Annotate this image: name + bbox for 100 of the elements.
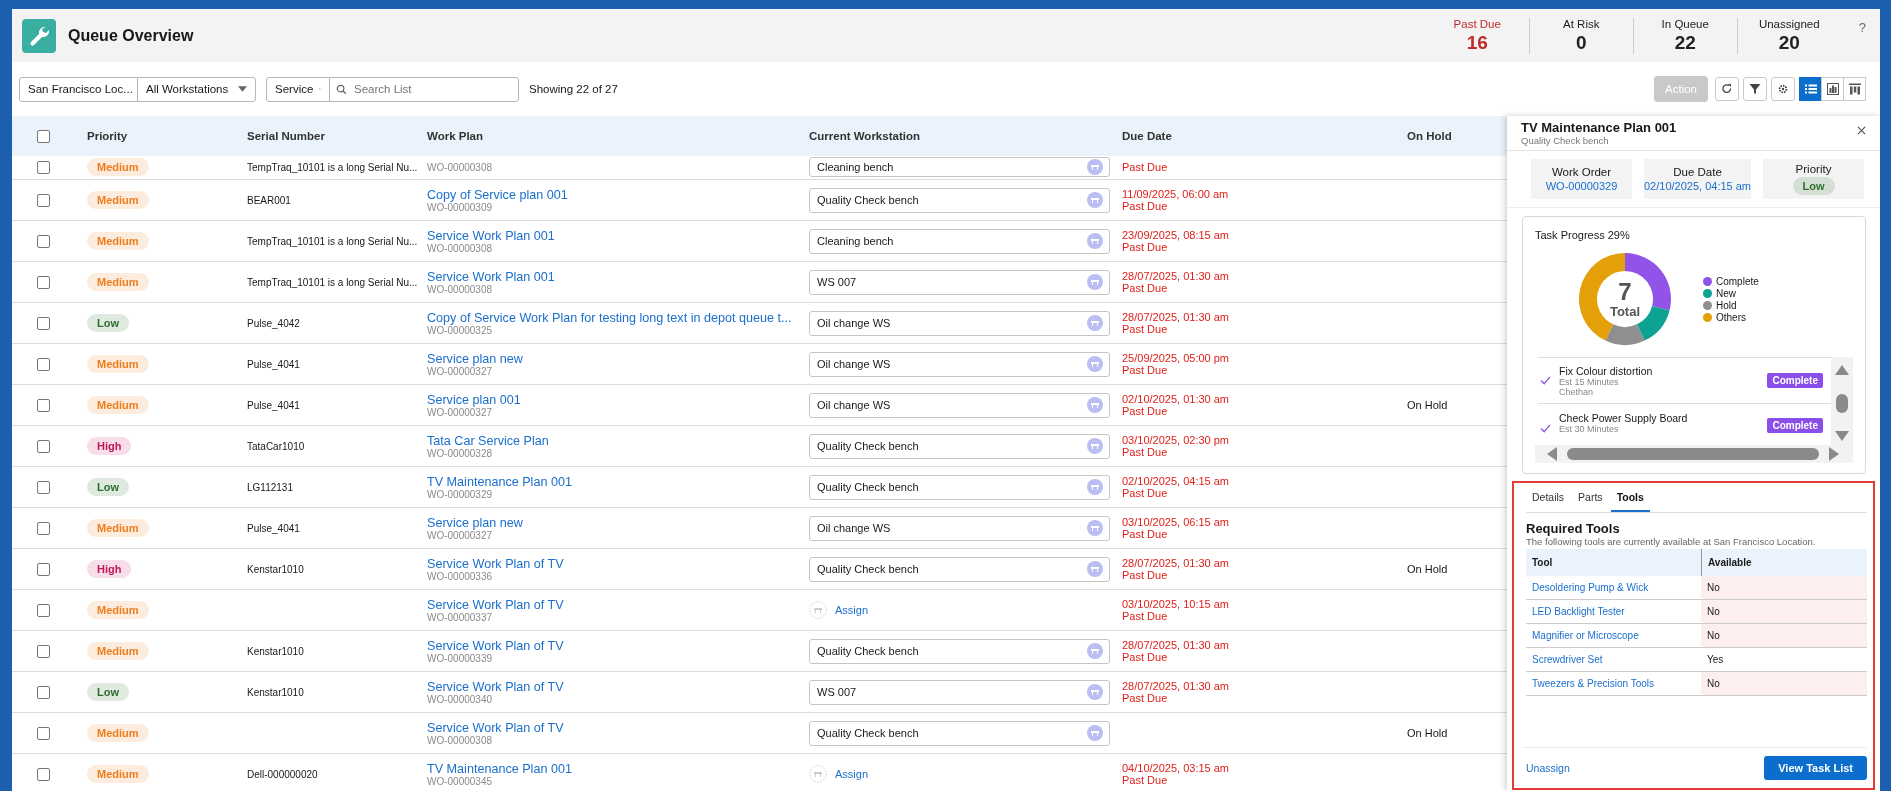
stat-value: 22 [1674, 31, 1696, 54]
row-checkbox[interactable] [37, 603, 50, 617]
panel-tab[interactable]: Tools [1610, 483, 1650, 512]
scroll-thumb[interactable] [1836, 393, 1848, 413]
select-all-checkbox[interactable] [37, 129, 50, 143]
workstation-field[interactable]: Quality Check bench [809, 187, 1110, 213]
workstation-field[interactable]: WS 007 [809, 269, 1110, 295]
workstation-field[interactable]: Oil change WS [809, 392, 1110, 418]
serial-number: Kenstar1010 [247, 563, 304, 575]
column-header: Serial Number [247, 130, 325, 142]
tool-link[interactable]: Screwdriver Set [1532, 654, 1603, 665]
tool-link[interactable]: LED Backlight Tester [1532, 606, 1625, 617]
priority-label: Medium [87, 355, 149, 373]
workstation-field[interactable]: Quality Check bench [809, 474, 1110, 500]
help-icon[interactable]: ? [1858, 20, 1866, 35]
row-checkbox[interactable] [37, 439, 50, 453]
panel-tab[interactable]: Details [1526, 483, 1571, 512]
row-checkbox[interactable] [37, 685, 50, 699]
work-plan-link[interactable]: Service plan new [427, 515, 523, 530]
chart-view-button[interactable] [1821, 77, 1844, 101]
scroll-down-icon[interactable] [1835, 431, 1849, 441]
row-checkbox[interactable] [37, 521, 50, 535]
row-checkbox[interactable] [37, 160, 50, 174]
legend-label: Others [1716, 311, 1746, 323]
priority-label: Low [87, 683, 129, 701]
settings-button[interactable] [1771, 77, 1795, 101]
work-order-number: WO-00000345 [427, 775, 493, 787]
scroll-thumb[interactable] [1567, 448, 1819, 460]
workstation-field[interactable]: Quality Check bench [809, 720, 1110, 746]
scroll-left-icon[interactable] [1547, 447, 1557, 461]
work-plan-link[interactable]: Copy of Service Work Plan for testing long text in depot queue t... [427, 310, 792, 325]
view-task-list-button[interactable]: View Task List [1764, 756, 1867, 780]
serial-number: Pulse_4041 [247, 399, 300, 411]
search-field[interactable]: Search List [329, 76, 519, 102]
priority-label: Low [87, 314, 129, 332]
priority-label: Medium [87, 601, 149, 619]
assign-link[interactable]: Assign [835, 604, 869, 616]
work-plan-link[interactable]: Service Work Plan of TV [427, 597, 564, 612]
unassign-link[interactable]: Unassign [1526, 762, 1570, 774]
refresh-button[interactable] [1715, 77, 1739, 101]
priority-label: Medium [87, 158, 149, 176]
work-plan-link[interactable]: Service plan 001 [427, 392, 521, 407]
row-checkbox[interactable] [37, 726, 50, 740]
tool-link[interactable]: Tweezers & Precision Tools [1532, 678, 1655, 689]
assign-link[interactable]: Assign [835, 768, 869, 780]
row-checkbox[interactable] [37, 767, 50, 781]
workstation-dropdown[interactable]: All Workstations [137, 76, 256, 102]
row-checkbox[interactable] [37, 357, 50, 371]
workstation-field[interactable]: Oil change WS [809, 351, 1110, 377]
column-view-button[interactable] [1843, 77, 1866, 101]
section-description: The following tools are currently available at San Francisco Location. [1526, 536, 1817, 547]
tool-link[interactable]: Magnifier or Microscope [1532, 630, 1639, 641]
workstation-field[interactable]: Quality Check bench [809, 433, 1110, 459]
type-dropdown[interactable]: Service [266, 76, 330, 102]
work-plan-link[interactable]: TV Maintenance Plan 001 [427, 761, 572, 776]
workstation-field[interactable]: WS 007 [809, 679, 1110, 705]
due-date: 02/10/2025, 01:30 am [1122, 393, 1230, 405]
work-plan-link[interactable]: Copy of Service plan 001 [427, 187, 568, 202]
summary-link[interactable]: 02/10/2025, 04:15 am [1644, 180, 1751, 192]
work-plan-link[interactable]: TV Maintenance Plan 001 [427, 474, 572, 489]
work-plan-link[interactable]: Service plan new [427, 351, 523, 366]
workstation-field[interactable]: Quality Check bench [809, 638, 1110, 664]
workstation-field[interactable]: Cleaning bench [809, 228, 1110, 254]
row-checkbox[interactable] [37, 275, 50, 289]
row-checkbox[interactable] [37, 316, 50, 330]
serial-number: Pulse_4041 [247, 358, 300, 370]
workstation-field[interactable]: Oil change WS [809, 310, 1110, 336]
task-name: Fix Colour distortion [1559, 364, 1654, 377]
total-label: Total [1609, 303, 1641, 319]
column-header: Tool [1532, 557, 1553, 568]
row-checkbox[interactable] [37, 234, 50, 248]
work-order-number: WO-00000308 [427, 283, 493, 295]
panel-tab[interactable]: Parts [1572, 483, 1609, 512]
workstation-field[interactable]: Quality Check bench [809, 556, 1110, 582]
workstation-field[interactable]: Oil change WS [809, 515, 1110, 541]
filter-button[interactable] [1743, 77, 1767, 101]
work-plan-link[interactable]: Service Work Plan 001 [427, 228, 555, 243]
workstation-field[interactable]: Cleaning bench [809, 157, 1110, 177]
work-plan-link[interactable]: Service Work Plan of TV [427, 720, 564, 735]
row-checkbox[interactable] [37, 398, 50, 412]
row-checkbox[interactable] [37, 480, 50, 494]
list-view-button[interactable] [1799, 77, 1822, 101]
close-icon[interactable] [1857, 126, 1866, 135]
tool-link[interactable]: Desoldering Pump & Wick [1532, 582, 1649, 593]
due-date: 04/10/2025, 03:15 am [1122, 762, 1230, 774]
row-checkbox[interactable] [37, 193, 50, 207]
priority-label: Low [87, 478, 129, 496]
scroll-right-icon[interactable] [1829, 447, 1839, 461]
work-plan-link[interactable]: Service Work Plan of TV [427, 556, 564, 571]
location-dropdown[interactable]: San Francisco Loc... [19, 76, 138, 102]
scroll-up-icon[interactable] [1835, 365, 1849, 375]
work-plan-link[interactable]: Service Work Plan 001 [427, 269, 555, 284]
work-plan-link[interactable]: Service Work Plan of TV [427, 679, 564, 694]
work-plan-link[interactable]: Service Work Plan of TV [427, 638, 564, 653]
summary-link[interactable]: WO-00000329 [1545, 180, 1618, 192]
row-checkbox[interactable] [37, 644, 50, 658]
work-plan-link[interactable]: Tata Car Service Plan [427, 433, 549, 448]
availability-cell: No [1701, 576, 1867, 599]
priority-label: Medium [87, 519, 149, 537]
row-checkbox[interactable] [37, 562, 50, 576]
